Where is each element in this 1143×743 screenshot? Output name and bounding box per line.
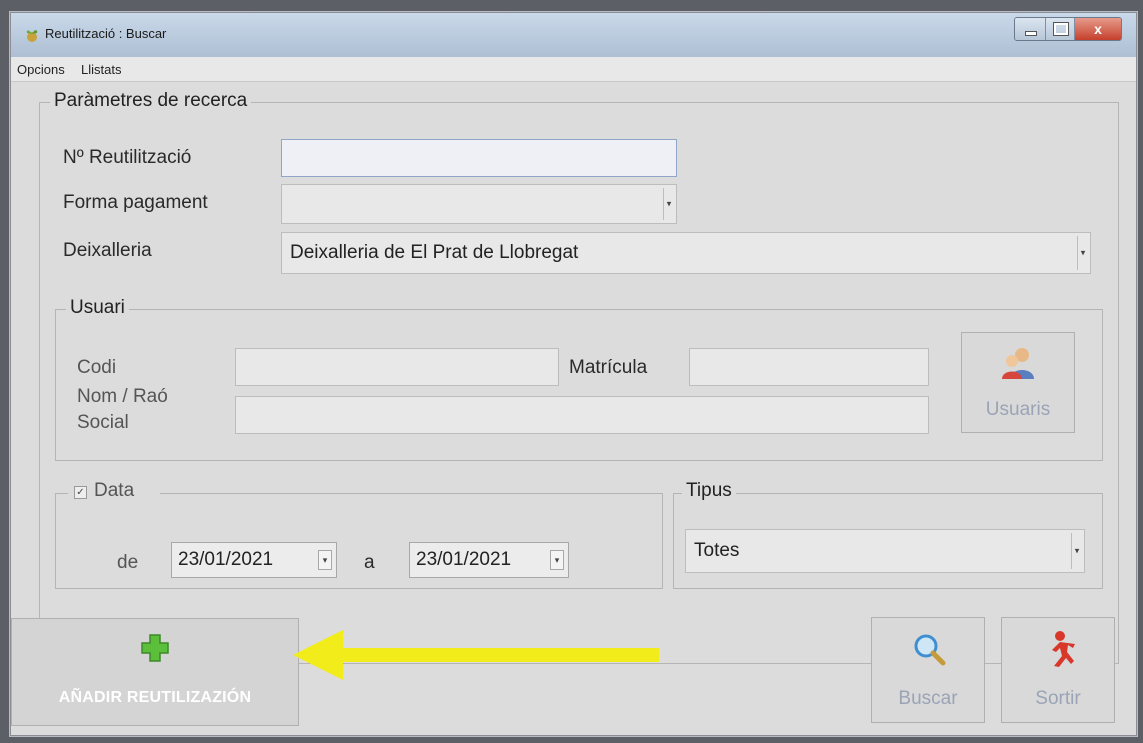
- data-legend-label: Data: [90, 480, 139, 502]
- search-params-legend: Paràmetres de recerca: [50, 90, 252, 112]
- codi-label: Codi: [77, 357, 117, 378]
- add-plus-icon: [141, 634, 169, 662]
- nom-raosocial-input[interactable]: [235, 396, 929, 434]
- chevron-down-icon[interactable]: ▾: [318, 550, 332, 570]
- yellow-arrow-annotation: [293, 630, 659, 680]
- usuaris-button-label: Usuaris: [985, 399, 1051, 420]
- plant-icon: [26, 30, 38, 42]
- nom-label-line1: Nom / Raó: [77, 386, 168, 407]
- form-body: Paràmetres de recerca Nº Reutilització F…: [11, 82, 1136, 735]
- date-to-picker[interactable]: 23/01/2021 ▾: [409, 542, 569, 578]
- sortir-button-label: Sortir: [1035, 688, 1081, 709]
- maximize-button[interactable]: [1046, 18, 1075, 40]
- window-title: Reutilització : Buscar: [45, 26, 167, 41]
- search-window: Reutilització : Buscar x Opcions Llistat…: [10, 12, 1137, 736]
- close-button[interactable]: x: [1075, 18, 1121, 40]
- deixalleria-label: Deixalleria: [63, 240, 152, 261]
- chevron-down-icon[interactable]: ▾: [550, 550, 564, 570]
- usuari-group: Usuari: [55, 297, 1103, 461]
- exit-person-icon: [1052, 631, 1075, 667]
- chevron-down-icon[interactable]: ▾: [1071, 533, 1082, 569]
- nom-label-line2: Social: [77, 412, 129, 433]
- sortir-button[interactable]: Sortir: [1001, 617, 1115, 723]
- data-checkbox[interactable]: ✓: [74, 486, 87, 499]
- codi-input[interactable]: [235, 348, 559, 386]
- usuaris-button[interactable]: Usuaris: [961, 332, 1075, 433]
- date-from-value: 23/01/2021: [178, 549, 274, 570]
- tipus-select[interactable]: Totes ▾: [685, 529, 1085, 573]
- data-legend: ✓ Data: [68, 480, 160, 504]
- buscar-button[interactable]: Buscar: [871, 617, 985, 723]
- menu-bar: Opcions Llistats: [11, 57, 1136, 82]
- matricula-label: Matrícula: [569, 357, 648, 378]
- buscar-button-label: Buscar: [898, 688, 958, 709]
- usuari-legend: Usuari: [66, 297, 129, 319]
- window-controls: x: [1014, 17, 1122, 41]
- menu-opcions[interactable]: Opcions: [17, 62, 65, 77]
- tipus-value: Totes: [694, 540, 740, 561]
- tipus-legend: Tipus: [682, 480, 736, 502]
- date-from-picker[interactable]: 23/01/2021 ▾: [171, 542, 337, 578]
- minimize-button[interactable]: [1015, 18, 1046, 40]
- title-bar: Reutilització : Buscar x: [11, 13, 1136, 57]
- date-to-value: 23/01/2021: [416, 549, 512, 570]
- magnifier-icon: [914, 634, 946, 666]
- chevron-down-icon[interactable]: ▾: [1077, 236, 1088, 270]
- menu-llistats[interactable]: Llistats: [81, 62, 121, 77]
- data-group: ✓ Data: [55, 480, 663, 589]
- add-reutilitzacio-button[interactable]: AÑADIR REUTILIZAZIÓN: [11, 618, 299, 726]
- deixalleria-value: Deixalleria de El Prat de Llobregat: [290, 242, 579, 263]
- forma-pagament-label: Forma pagament: [63, 192, 208, 213]
- a-label: a: [364, 552, 375, 573]
- num-reutilitzacio-label: Nº Reutilització: [63, 147, 192, 168]
- chevron-down-icon[interactable]: ▾: [663, 188, 674, 220]
- deixalleria-select[interactable]: Deixalleria de El Prat de Llobregat ▾: [281, 232, 1091, 274]
- add-reutilitzacio-label: AÑADIR REUTILIZAZIÓN: [58, 689, 252, 706]
- forma-pagament-select[interactable]: ▾: [281, 184, 677, 224]
- users-icon: [1002, 348, 1034, 379]
- matricula-input[interactable]: [689, 348, 929, 386]
- de-label: de: [117, 552, 139, 573]
- num-reutilitzacio-input[interactable]: [281, 139, 677, 177]
